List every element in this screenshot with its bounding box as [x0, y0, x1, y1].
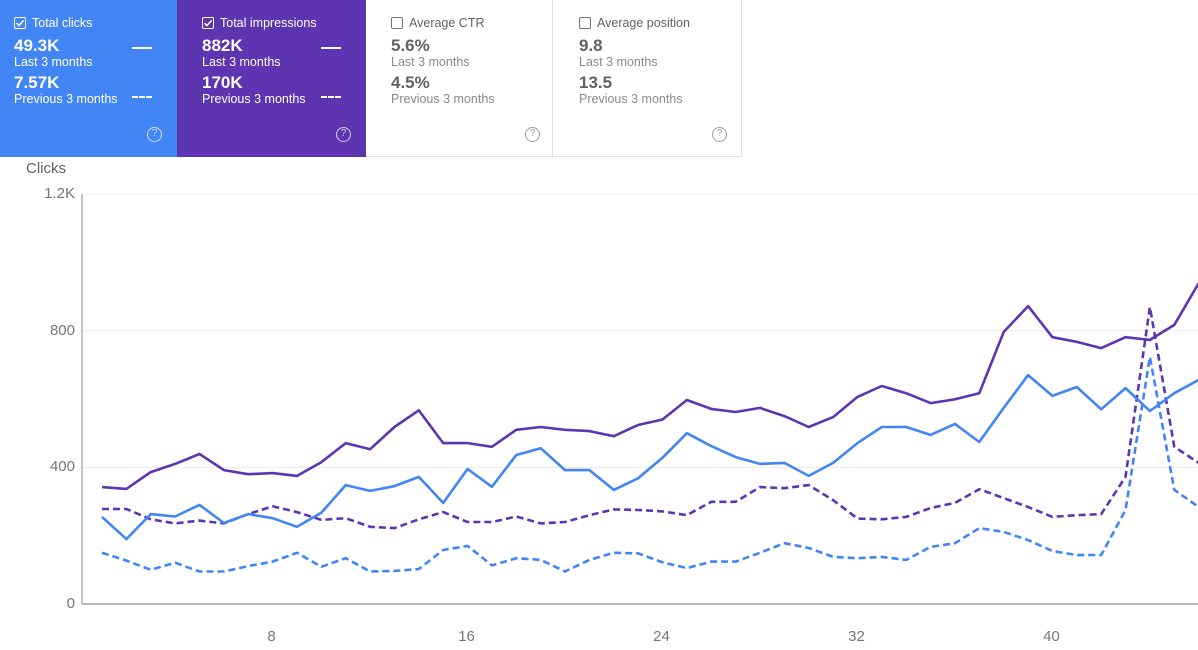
- card-title: Average position: [597, 16, 690, 30]
- series-line-total-clicks-previous-3-months: [101, 355, 1198, 573]
- checkbox-unchecked-icon[interactable]: [579, 17, 591, 29]
- previous-value: 13.5: [579, 73, 613, 92]
- current-value: 882K: [202, 36, 243, 55]
- current-value: 9.8: [579, 36, 603, 55]
- previous-label: Previous 3 months: [579, 92, 683, 106]
- metric-cards: Total clicks 49.3K Last 3 months 7.57K P…: [0, 0, 742, 157]
- current-value: 49.3K: [14, 36, 60, 55]
- card-title: Total clicks: [32, 16, 93, 30]
- performance-chart: Clicks 0 400 800 1.2K 8 16 24 32 40: [0, 157, 1198, 650]
- series-line-total-impressions-last-3-months: [101, 282, 1198, 491]
- previous-label: Previous 3 months: [391, 92, 495, 106]
- previous-label: Previous 3 months: [14, 92, 118, 106]
- solid-line-legend-icon: [132, 47, 152, 49]
- previous-value: 170K: [202, 73, 243, 92]
- current-value: 5.6%: [391, 36, 430, 55]
- help-circle-icon[interactable]: ?: [147, 127, 162, 142]
- checkbox-checked-icon[interactable]: [14, 17, 26, 29]
- series-line-total-impressions-previous-3-months: [102, 305, 1198, 530]
- help-circle-icon[interactable]: ?: [712, 127, 727, 142]
- series-line-total-clicks-last-3-months: [101, 373, 1198, 541]
- current-label: Last 3 months: [14, 55, 93, 69]
- card-total-impressions[interactable]: Total impressions 882K Last 3 months 170…: [177, 0, 366, 157]
- current-label: Last 3 months: [579, 55, 658, 69]
- card-average-position[interactable]: Average position 9.8 Last 3 months 13.5 …: [553, 0, 742, 157]
- card-average-ctr[interactable]: Average CTR 5.6% Last 3 months 4.5% Prev…: [366, 0, 553, 157]
- previous-label: Previous 3 months: [202, 92, 306, 106]
- checkbox-unchecked-icon[interactable]: [391, 17, 403, 29]
- solid-line-legend-icon: [321, 47, 341, 49]
- help-circle-icon[interactable]: ?: [336, 127, 351, 142]
- card-title-row: Total clicks: [14, 14, 177, 32]
- previous-value: 4.5%: [391, 73, 430, 92]
- card-title-row: Total impressions: [202, 14, 366, 32]
- current-label: Last 3 months: [202, 55, 281, 69]
- previous-value: 7.57K: [14, 73, 60, 92]
- chart-plot: [81, 193, 1198, 605]
- dashed-line-legend-icon: [321, 96, 341, 98]
- card-total-clicks[interactable]: Total clicks 49.3K Last 3 months 7.57K P…: [0, 0, 177, 157]
- card-title: Average CTR: [409, 16, 485, 30]
- help-circle-icon[interactable]: ?: [525, 127, 540, 142]
- card-title-row: Average CTR: [391, 14, 552, 32]
- dashed-line-legend-icon: [132, 96, 152, 98]
- card-title: Total impressions: [220, 16, 317, 30]
- card-title-row: Average position: [579, 14, 741, 32]
- checkbox-checked-icon[interactable]: [202, 17, 214, 29]
- current-label: Last 3 months: [391, 55, 470, 69]
